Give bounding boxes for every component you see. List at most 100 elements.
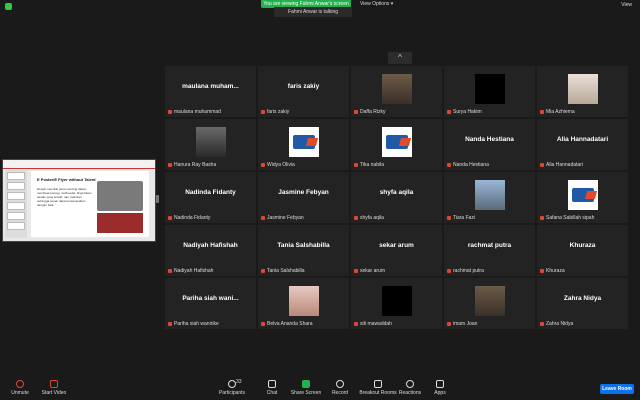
participant-tile[interactable]: imam Joan <box>444 278 535 329</box>
participant-display-name: Tania Salshabilla <box>277 242 330 249</box>
mic-muted-icon <box>168 162 172 167</box>
participant-name-label: Safana Sabillah sipah <box>540 215 594 221</box>
video-off-icon <box>50 380 58 388</box>
mic-muted-icon <box>168 215 172 220</box>
participant-name: imam Joan <box>453 321 478 327</box>
leave-room-button[interactable]: Leave Room <box>600 384 634 394</box>
mic-muted-icon <box>447 109 451 114</box>
slide-title: E Poster/E Flyer without Talent <box>37 177 96 182</box>
participant-display-name <box>537 66 628 107</box>
participant-display-name <box>258 278 349 319</box>
participant-tile[interactable]: maulana muham... maulana muhammad <box>165 66 256 117</box>
participant-tile[interactable]: Belva Ananda Shara <box>258 278 349 329</box>
participant-name: Nadinda Fidanty <box>174 215 211 221</box>
security-shield-icon[interactable] <box>5 3 12 10</box>
participant-display-name: Jasmine Febyan <box>278 189 329 196</box>
participant-name-label: Daffa Rizky <box>354 109 385 115</box>
mic-muted-icon <box>540 162 544 167</box>
participant-tile[interactable]: Pariha siah wani... Pariha siah wanirike <box>165 278 256 329</box>
slide-thumb <box>7 192 25 200</box>
participant-name-label: Widya Olivia <box>261 162 295 168</box>
participant-name-label: maulana muhammad <box>168 109 221 115</box>
shared-screen-window[interactable]: E Poster/E Flyer without Talent Desain m… <box>2 159 156 242</box>
participant-tile[interactable]: Tika nabila <box>351 119 442 170</box>
participant-tile[interactable]: Zahra Nidya Zahra Nidya <box>537 278 628 329</box>
participant-name-label: Pariha siah wanirike <box>168 321 219 327</box>
participant-name: Alia Hannadatari <box>546 162 583 168</box>
participant-name: Surya Hakim <box>453 109 482 115</box>
view-button[interactable]: View <box>621 2 632 8</box>
participant-display-name: Zahra Nidya <box>563 295 602 302</box>
participant-name: Zahra Nidya <box>546 321 574 327</box>
mic-muted-icon <box>354 268 358 273</box>
participant-display-name <box>444 278 535 319</box>
participant-name-label: Jasmine Febyan <box>261 215 304 221</box>
participant-display-name <box>444 66 535 107</box>
slide-thumb <box>7 222 25 230</box>
presentation-ribbon <box>3 160 155 169</box>
reactions-icon <box>406 380 414 388</box>
participant-tile[interactable]: Surya Hakim <box>444 66 535 117</box>
participant-name: Safana Sabillah sipah <box>546 215 595 221</box>
participant-display-name: Khuraza <box>569 242 596 249</box>
participant-name: rachmat putra <box>453 268 484 274</box>
participant-name-label: Hanura Ray Basha <box>168 162 216 168</box>
participants-icon <box>228 380 236 388</box>
participant-tile[interactable]: Tania Salshabilla Tania Salshabilla <box>258 225 349 276</box>
participant-tile[interactable]: Hanura Ray Basha <box>165 119 256 170</box>
share-screen-icon <box>302 380 310 388</box>
participant-name: sekar arum <box>360 268 386 274</box>
participant-name: faris zakiy <box>267 109 290 115</box>
participant-tile[interactable]: Safana Sabillah sipah <box>537 172 628 223</box>
participant-display-name: Nanda Hestiana <box>465 136 514 143</box>
split-divider-handle[interactable] <box>156 195 159 203</box>
participant-name: Tiara Fazi <box>453 215 476 221</box>
start-video-button[interactable]: Start Video <box>34 380 74 396</box>
participant-tile[interactable]: Mia Azhiema <box>537 66 628 117</box>
participant-display-name: Nadinda Fidanty <box>185 189 236 196</box>
participant-tile[interactable]: Khuraza Khuraza <box>537 225 628 276</box>
participant-name: Tania Salshabilla <box>267 268 305 274</box>
participant-name-label: Khuraza <box>540 268 565 274</box>
participant-name: Nanda Hestiana <box>453 162 489 168</box>
participant-name-label: rachmat putra <box>447 268 484 274</box>
current-slide: E Poster/E Flyer without Talent Desain m… <box>31 171 149 237</box>
slide-thumb <box>7 212 25 220</box>
participant-tile[interactable]: faris zakiy faris zakiy <box>258 66 349 117</box>
participant-name-label: Alia Hannadatari <box>540 162 583 168</box>
view-options-button[interactable]: View Options ▾ <box>360 0 393 8</box>
participant-tile[interactable]: Daffa Rizky <box>351 66 442 117</box>
participant-tile[interactable]: Tiara Fazi <box>444 172 535 223</box>
apps-button[interactable]: Apps <box>420 380 460 396</box>
participant-display-name: maulana muham... <box>182 83 239 90</box>
participant-name: maulana muhammad <box>174 109 221 115</box>
mic-muted-icon <box>447 321 451 326</box>
participant-tile[interactable]: Alia Hannadatari Alia Hannadatari <box>537 119 628 170</box>
participant-tile[interactable]: siti mawaddah <box>351 278 442 329</box>
participant-display-name <box>537 172 628 213</box>
participant-name-label: siti mawaddah <box>354 321 392 327</box>
participants-button[interactable]: 33 Participants <box>212 379 252 396</box>
participant-name: Daffa Rizky <box>360 109 386 115</box>
mic-muted-icon <box>261 321 265 326</box>
meeting-toolbar: Unmute Start Video 33 Participants Chat S… <box>0 378 640 400</box>
collapse-chevron-icon[interactable]: ^ <box>388 52 412 64</box>
mic-muted-icon <box>261 268 265 273</box>
participant-tile[interactable]: sekar arum sekar arum <box>351 225 442 276</box>
participant-tile[interactable]: Jasmine Febyan Jasmine Febyan <box>258 172 349 223</box>
participant-tile[interactable]: rachmat putra rachmat putra <box>444 225 535 276</box>
participant-name: Widya Olivia <box>267 162 295 168</box>
mic-muted-icon <box>540 321 544 326</box>
participant-display-name: faris zakiy <box>287 83 320 90</box>
participant-tile[interactable]: shyfa aqila shyfa aqila <box>351 172 442 223</box>
participant-tile[interactable]: Widya Olivia <box>258 119 349 170</box>
participant-display-name <box>351 66 442 107</box>
participant-tile[interactable]: Nanda Hestiana Nanda Hestiana <box>444 119 535 170</box>
participant-tile[interactable]: Nadinda Fidanty Nadinda Fidanty <box>165 172 256 223</box>
participant-name: Belva Ananda Shara <box>267 321 313 327</box>
slide-thumbnails <box>5 170 27 238</box>
mic-muted-icon <box>168 321 172 326</box>
breakout-rooms-icon <box>374 380 382 388</box>
participant-tile[interactable]: Nadiyah Hafishah Nadiyah Hafishah <box>165 225 256 276</box>
participant-display-name: shyfa aqila <box>379 189 414 196</box>
